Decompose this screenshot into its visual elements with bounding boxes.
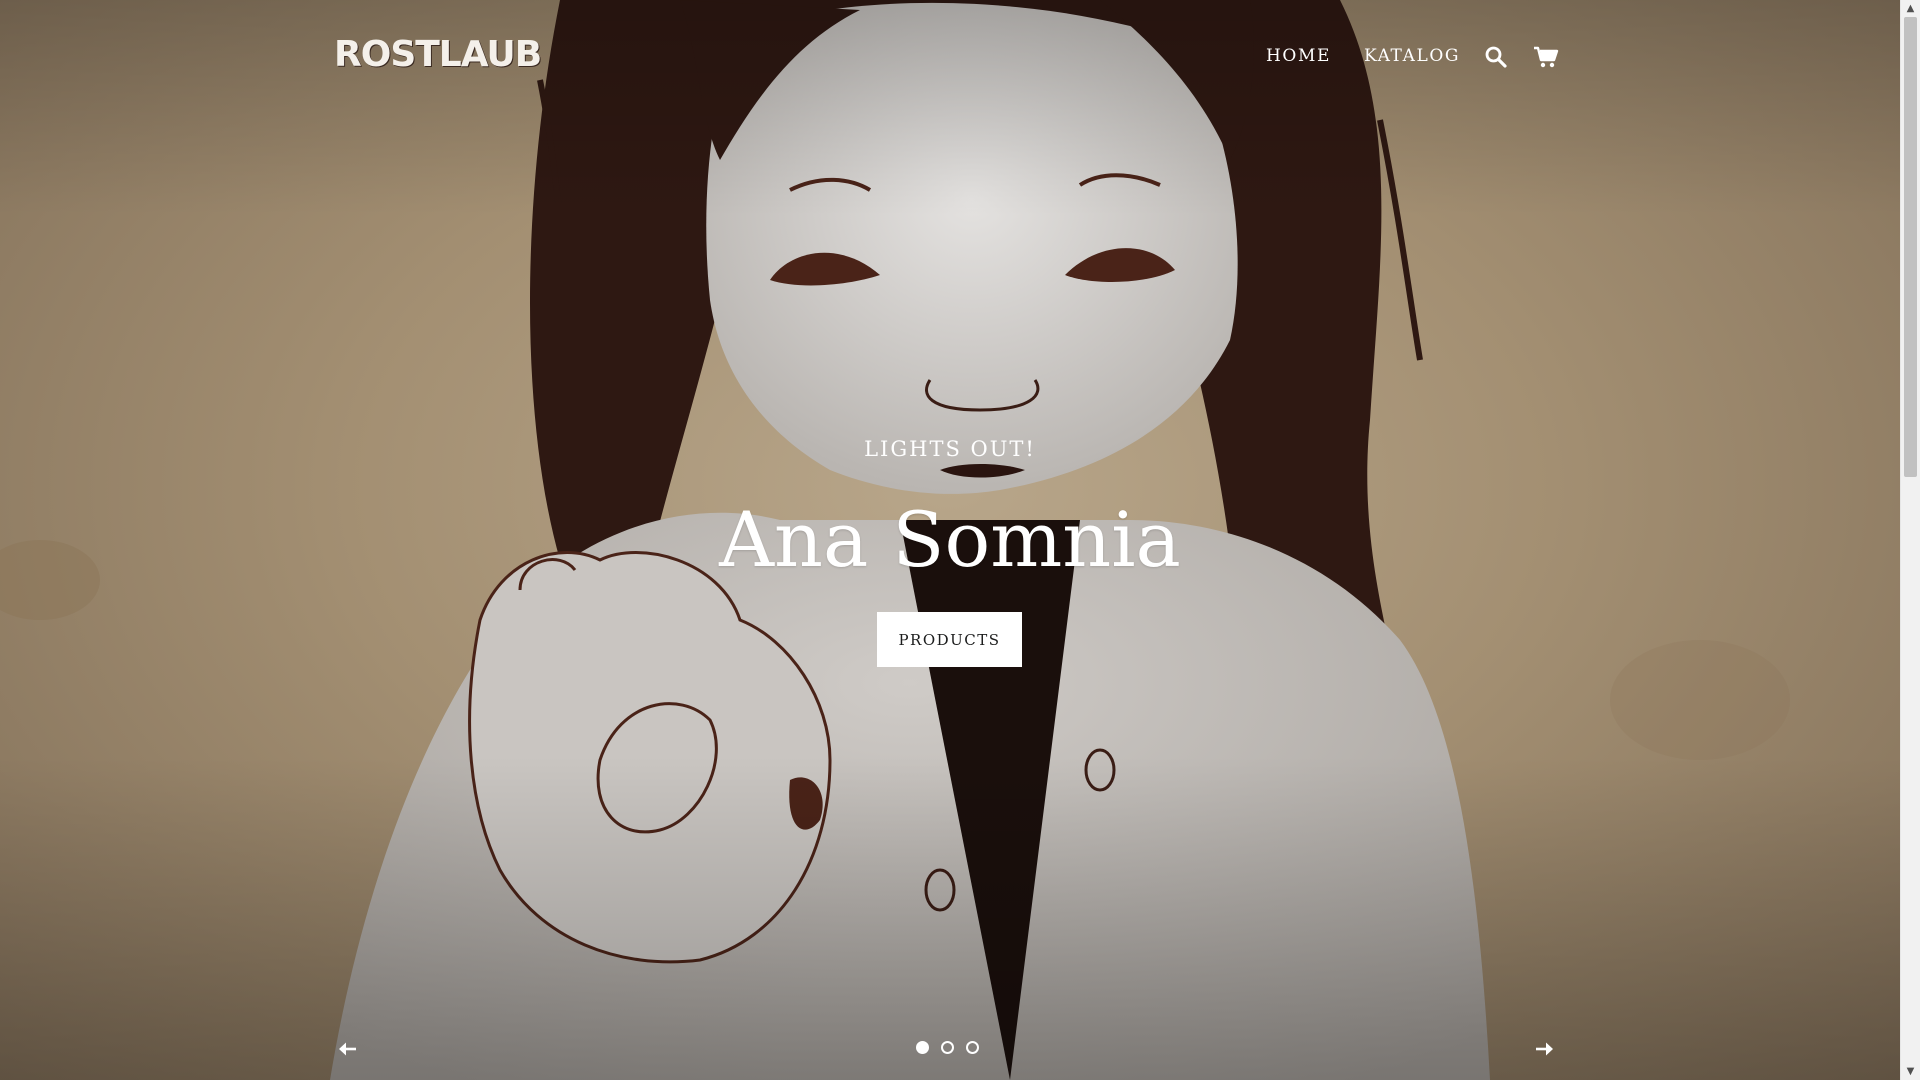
hero-subtitle: LIGHTS OUT! (864, 437, 1036, 461)
scrollbar-thumb[interactable] (1904, 17, 1917, 477)
page-scrollbar[interactable]: ▲ ▼ (1900, 0, 1920, 1080)
cart-icon (1534, 46, 1559, 68)
cart-button[interactable] (1531, 42, 1561, 72)
page: ROSTLAUB HOME KATALOG LIGHTS OUT! Ana So… (0, 0, 1920, 1080)
site-logo[interactable]: ROSTLAUB (334, 34, 542, 75)
slide-dot-1[interactable] (916, 1041, 929, 1054)
slide-dots (916, 1041, 979, 1054)
nav-link-katalog[interactable]: KATALOG (1364, 46, 1460, 66)
slide-dot-3[interactable] (966, 1041, 979, 1054)
hero-slideshow: ROSTLAUB HOME KATALOG LIGHTS OUT! Ana So… (0, 0, 1900, 1080)
arrow-right-icon (1536, 1042, 1553, 1056)
search-icon (1485, 46, 1507, 68)
products-button[interactable]: PRODUCTS (877, 612, 1022, 667)
scroll-down-icon[interactable]: ▼ (1901, 1063, 1920, 1080)
next-slide-button[interactable] (1530, 1036, 1560, 1062)
previous-slide-button[interactable] (332, 1036, 362, 1062)
scroll-up-icon[interactable]: ▲ (1901, 0, 1920, 17)
slide-dot-2[interactable] (941, 1041, 954, 1054)
arrow-left-icon (339, 1042, 356, 1056)
nav-link-home[interactable]: HOME (1266, 46, 1331, 66)
hero-title: Ana Somnia (719, 495, 1181, 584)
search-button[interactable] (1481, 42, 1511, 72)
